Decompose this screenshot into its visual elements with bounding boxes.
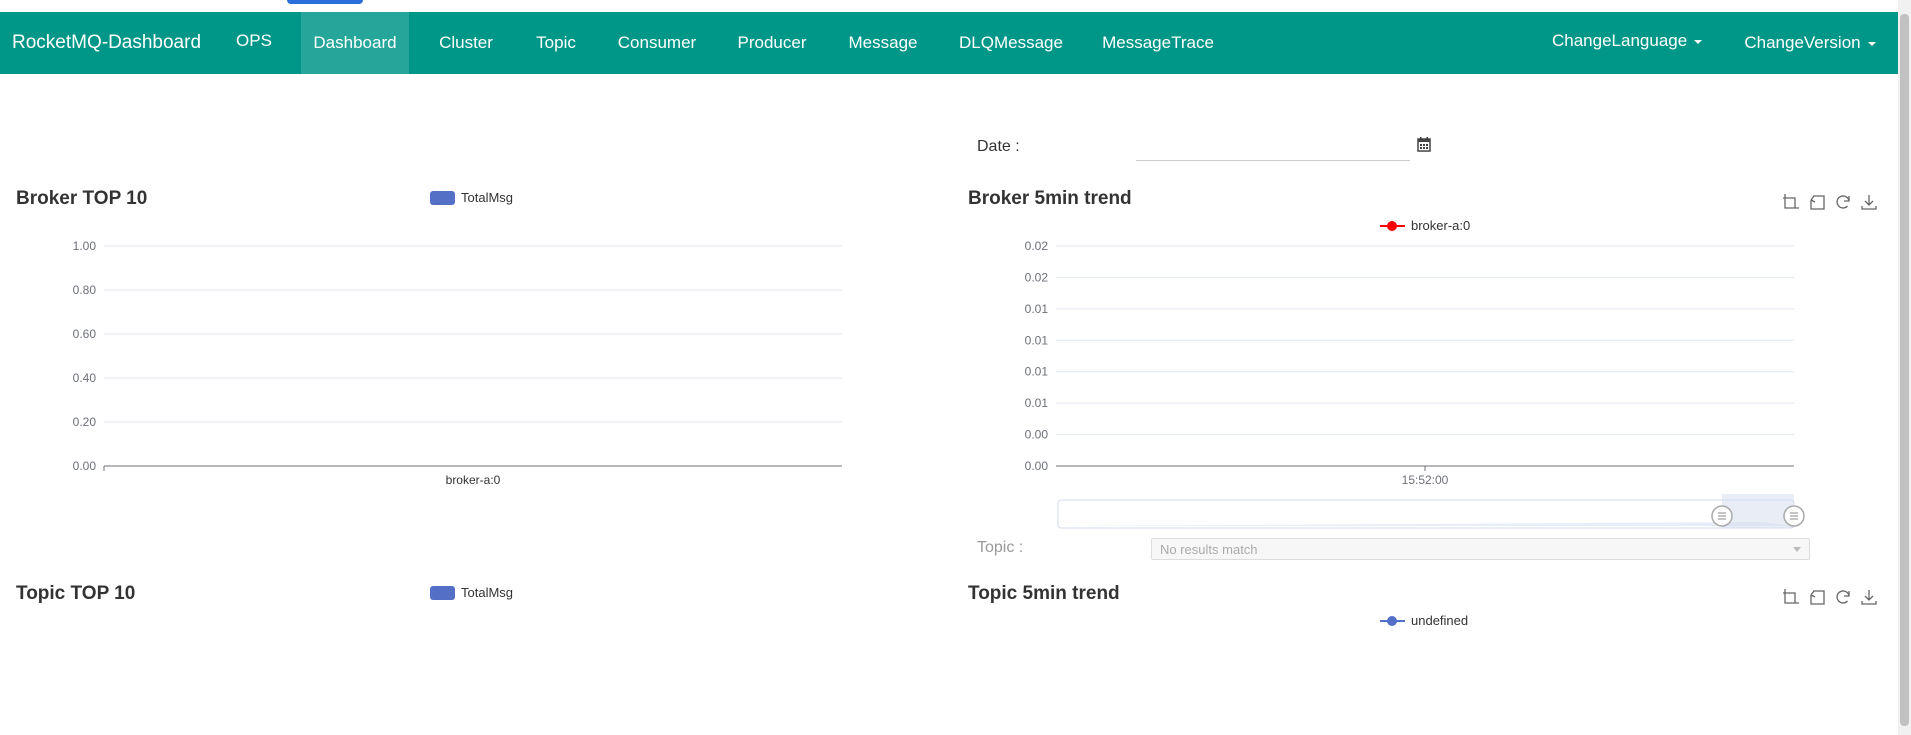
y-tick-label: 0.02 bbox=[1025, 270, 1049, 284]
nav-item-dashboard[interactable]: Dashboard bbox=[301, 12, 409, 74]
zoom-icon[interactable] bbox=[1782, 193, 1800, 211]
y-tick-label: 0.80 bbox=[73, 283, 97, 297]
datazoom-area bbox=[1059, 522, 1793, 526]
date-input[interactable] bbox=[1136, 132, 1410, 161]
legend-label: undefined bbox=[1411, 613, 1469, 628]
topic-trend-title: Topic 5min trend bbox=[968, 583, 1120, 604]
change-version-label: ChangeVersion bbox=[1744, 33, 1861, 52]
y-tick-label: 0.60 bbox=[73, 327, 97, 341]
legend-label: TotalMsg bbox=[461, 585, 514, 600]
broker-top10-chart: 0.00 0.20 0.40 0.60 0.80 1.00 broker-a:0 bbox=[73, 239, 842, 487]
zoom-reset-icon[interactable] bbox=[1808, 193, 1826, 211]
download-icon[interactable] bbox=[1860, 588, 1878, 606]
caret-down-icon bbox=[1867, 41, 1876, 46]
y-tick-label: 1.00 bbox=[73, 239, 97, 253]
chevron-down-icon bbox=[1793, 547, 1801, 552]
topic-label: Topic : bbox=[977, 539, 1024, 556]
legend-swatch bbox=[1380, 614, 1405, 628]
y-tick-label: 0.01 bbox=[1025, 396, 1049, 410]
tab-indicator bbox=[287, 0, 363, 4]
broker-top10-title: Broker TOP 10 bbox=[16, 188, 148, 209]
download-icon[interactable] bbox=[1860, 193, 1878, 211]
nav-item-ops[interactable]: OPS bbox=[236, 10, 272, 72]
scrollbar-thumb[interactable] bbox=[1900, 14, 1909, 726]
topic-trend-legend[interactable]: undefined bbox=[1380, 613, 1468, 628]
legend-swatch bbox=[430, 585, 455, 600]
y-tick-label: 0.01 bbox=[1025, 365, 1049, 379]
y-tick-label: 0.00 bbox=[73, 459, 97, 473]
change-version-dropdown[interactable]: ChangeVersion bbox=[1741, 12, 1879, 74]
x-tick-label: broker-a:0 bbox=[446, 473, 501, 487]
caret-down-icon bbox=[1694, 39, 1703, 44]
topic-select[interactable]: No results match bbox=[1151, 538, 1810, 560]
x-tick-label: 15:52:00 bbox=[1402, 473, 1449, 487]
topic-top10-legend[interactable]: TotalMsg bbox=[430, 585, 513, 600]
legend-label: TotalMsg bbox=[461, 190, 514, 205]
broker-trend-toolbox bbox=[1782, 193, 1878, 211]
y-tick-label: 0.02 bbox=[1025, 239, 1049, 253]
datazoom-selection bbox=[1722, 494, 1794, 528]
topic-select-placeholder: No results match bbox=[1160, 542, 1258, 557]
y-tick-label: 0.20 bbox=[73, 415, 97, 429]
restore-icon[interactable] bbox=[1834, 193, 1852, 211]
change-language-label: ChangeLanguage bbox=[1552, 31, 1688, 50]
nav-item-messagetrace[interactable]: MessageTrace bbox=[1100, 12, 1216, 74]
broker-trend-chart: 0.00 0.00 0.01 0.01 0.01 0.01 0.02 0.02 15:52:00 bbox=[1025, 239, 1805, 529]
broker-top10-legend[interactable]: TotalMsg bbox=[430, 190, 513, 205]
y-tick-label: 0.40 bbox=[73, 371, 97, 385]
topic-trend-toolbox bbox=[1782, 588, 1878, 606]
y-tick-label: 0.00 bbox=[1025, 459, 1049, 473]
brand-link[interactable]: RocketMQ-Dashboard bbox=[12, 31, 201, 55]
y-tick-label: 0.01 bbox=[1025, 302, 1049, 316]
broker-trend-title: Broker 5min trend bbox=[968, 188, 1132, 209]
nav-item-message[interactable]: Message bbox=[845, 12, 921, 74]
topic-top10-title: Topic TOP 10 bbox=[16, 583, 136, 604]
nav-item-producer[interactable]: Producer bbox=[735, 12, 809, 74]
y-tick-label: 0.01 bbox=[1025, 333, 1049, 347]
calendar-icon[interactable] bbox=[1417, 137, 1431, 152]
date-label: Date : bbox=[977, 138, 1020, 155]
zoom-icon[interactable] bbox=[1782, 588, 1800, 606]
restore-icon[interactable] bbox=[1834, 588, 1852, 606]
nav-item-cluster[interactable]: Cluster bbox=[436, 12, 496, 74]
nav-item-topic[interactable]: Topic bbox=[532, 12, 580, 74]
legend-swatch bbox=[430, 190, 455, 205]
zoom-reset-icon[interactable] bbox=[1808, 588, 1826, 606]
nav-item-dlqmessage[interactable]: DLQMessage bbox=[957, 12, 1065, 74]
nav-item-consumer[interactable]: Consumer bbox=[614, 12, 700, 74]
navbar: RocketMQ-Dashboard OPS Dashboard Cluster… bbox=[0, 12, 1898, 74]
y-tick-label: 0.00 bbox=[1025, 428, 1049, 442]
page-scrollbar[interactable] bbox=[1898, 0, 1911, 735]
change-language-dropdown[interactable]: ChangeLanguage bbox=[1552, 10, 1703, 72]
